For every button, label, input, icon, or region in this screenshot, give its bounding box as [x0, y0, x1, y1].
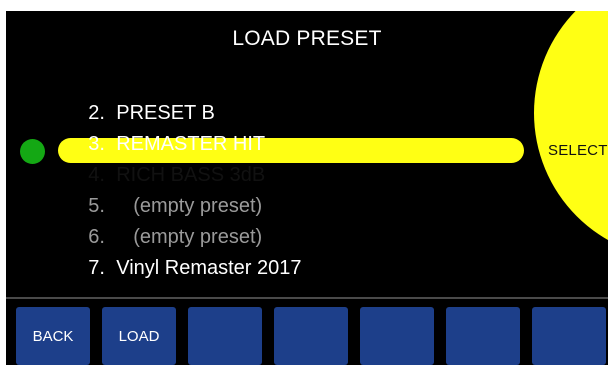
preset-item[interactable]: 7. Vinyl Remaster 2017 — [66, 232, 301, 279]
preset-item-empty[interactable]: 5. (empty preset) — [66, 170, 262, 217]
page-title: LOAD PRESET — [232, 27, 382, 50]
preset-item[interactable]: 2. PRESET B — [66, 77, 215, 124]
back-button[interactable]: BACK — [16, 307, 90, 365]
preset-number: 7. — [88, 257, 105, 279]
preset-name: Vinyl Remaster 2017 — [116, 257, 302, 279]
select-dial-label: SELECT — [548, 142, 608, 159]
active-indicator-icon — [20, 139, 45, 164]
preset-item[interactable]: 3. REMASTER HIT — [66, 108, 265, 155]
softkey-5-button[interactable] — [360, 307, 434, 365]
preset-item-empty[interactable]: 6. (empty preset) — [66, 201, 262, 248]
softkey-bar: BACK LOAD — [6, 307, 608, 365]
softkey-4-button[interactable] — [274, 307, 348, 365]
load-button[interactable]: LOAD — [102, 307, 176, 365]
preset-item-selected[interactable]: 4. RICH BASS 3dB — [66, 139, 265, 186]
softkey-7-button[interactable] — [532, 307, 606, 365]
softkey-3-button[interactable] — [188, 307, 262, 365]
divider — [6, 297, 608, 299]
preset-screen: LOAD PRESET SELECT 2. PRESET B 3. REMASTER… — [6, 11, 608, 365]
softkey-6-button[interactable] — [446, 307, 520, 365]
